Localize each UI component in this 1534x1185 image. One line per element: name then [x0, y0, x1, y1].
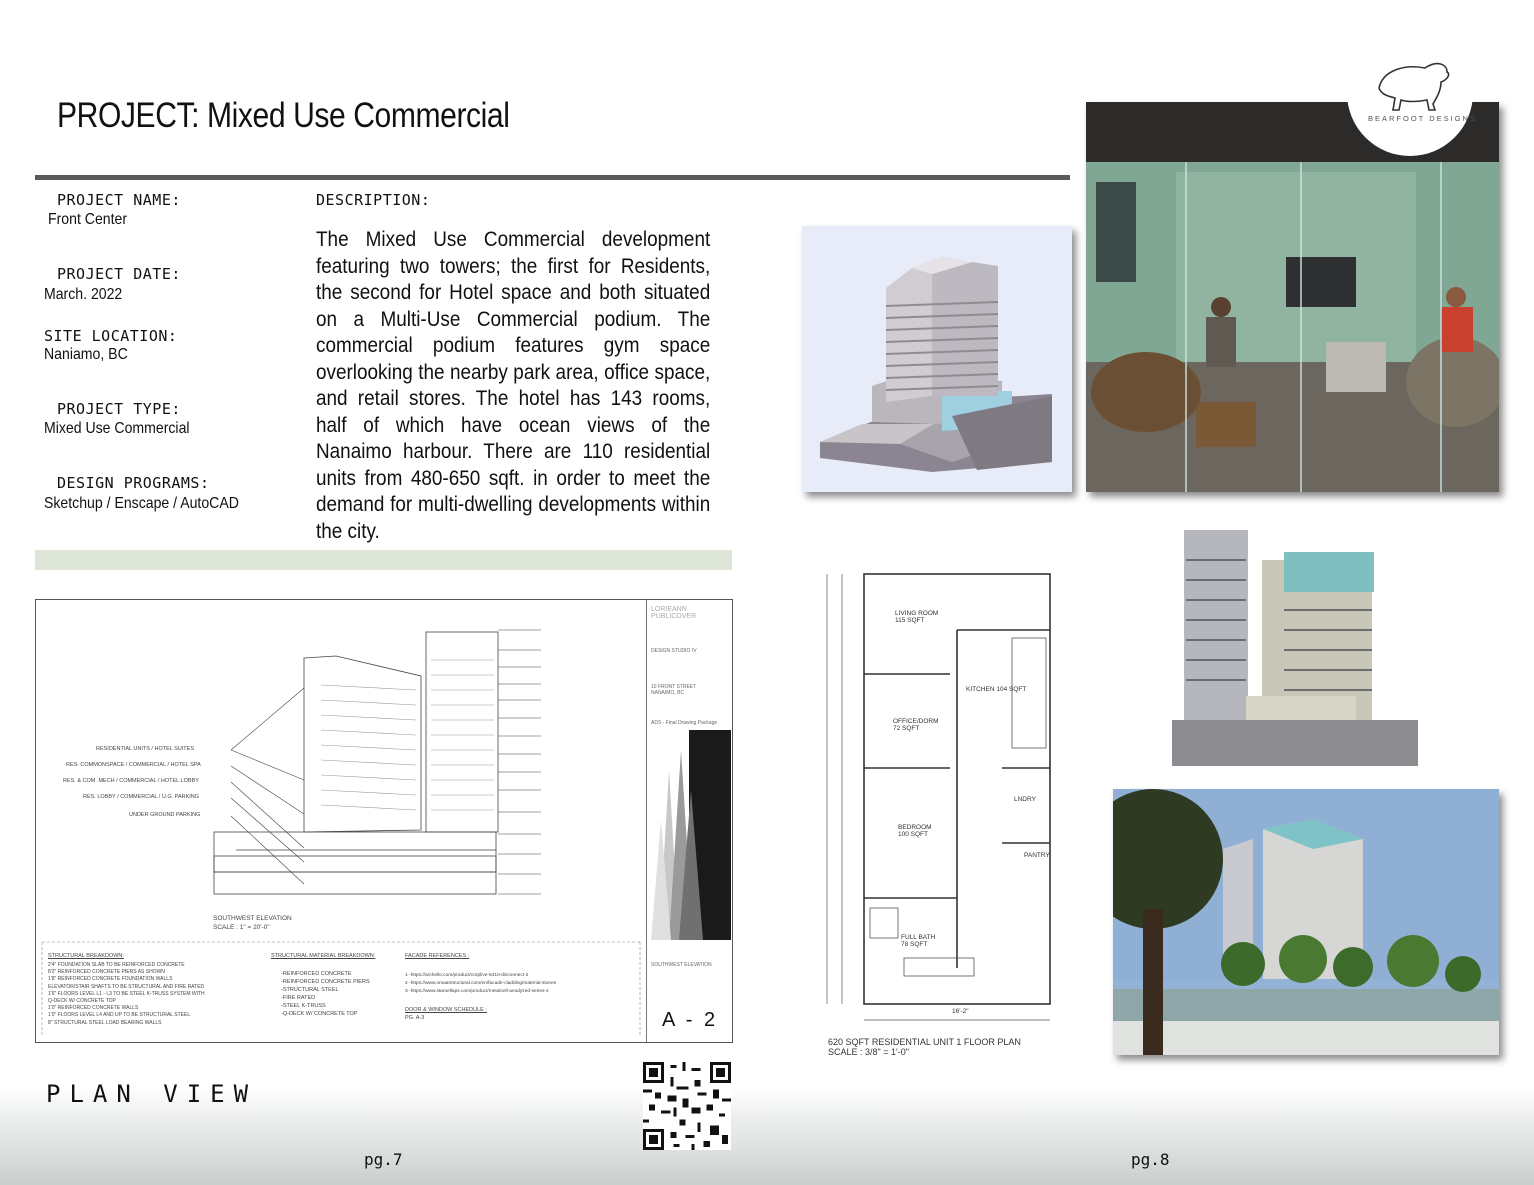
- logo-wordmark: BEARFOOT DESIGNS: [1368, 114, 1477, 123]
- callout-label: RES. LOBBY / COMMERCIAL / U.G. PARKING: [83, 794, 200, 800]
- page-number-left: pg.7: [364, 1150, 403, 1169]
- room-label: LIVING ROOM 115 SQFT: [895, 610, 939, 624]
- elevation-scale: SCALE : 1" = 20'-0": [213, 924, 270, 931]
- design-programs-value: Sketchup / Enscape / AutoCAD: [44, 495, 239, 512]
- facade-notes: 1 -https://archello.com/product/corplive…: [405, 973, 557, 994]
- description-text: The Mixed Use Commercial development fea…: [316, 227, 711, 543]
- title-divider: [35, 175, 1070, 180]
- floor-plan-drawing: [826, 573, 1051, 1021]
- elevation-drawing-sheet: RESIDENTIAL UNITS / HOTEL SUITES RES. CO…: [35, 599, 733, 1043]
- project-type-label: PROJECT TYPE:: [57, 400, 181, 418]
- door-notes: PG. A-3: [405, 1015, 425, 1021]
- page-number-right: pg.8: [1131, 1150, 1170, 1169]
- floor-plan-caption: 620 SQFT RESIDENTIAL UNIT 1 FLOOR PLAN S…: [828, 1037, 1021, 1057]
- project-address: 10 FRONT STREET NANAIMO, BC: [651, 684, 697, 696]
- floor-plan-title: 620 SQFT RESIDENTIAL UNIT 1 FLOOR PLAN: [828, 1037, 1021, 1047]
- material-notes: -REINFORCED CONCRETE -REINFORCED CONCRET…: [281, 971, 370, 1017]
- design-programs-label: DESIGN PROGRAMS:: [57, 474, 210, 492]
- designer-name: LORIEANN PUBLICOVER: [651, 606, 697, 620]
- callout-label: RES. & COM. MECH / COMMERCIAL / HOTEL LO…: [63, 778, 199, 784]
- description-label: DESCRIPTION:: [316, 191, 431, 209]
- interior-render-image: [1086, 102, 1499, 492]
- structural-notes: 2'4" FOUNDATION SLAB TO BE REINFORCED CO…: [48, 962, 205, 1026]
- trees-graphic: [651, 730, 731, 940]
- project-date-value: March. 2022: [44, 286, 123, 303]
- floor-plan-scale: SCALE : 3/8" = 1'-0": [828, 1047, 909, 1057]
- project-name-value: Front Center: [48, 211, 128, 228]
- project-type-value: Mixed Use Commercial: [44, 420, 190, 437]
- plan-view-label: PLAN VIEW: [46, 1080, 258, 1108]
- project-date-label: PROJECT DATE:: [57, 265, 181, 283]
- qr-code: [643, 1062, 731, 1150]
- page-title: PROJECT: Mixed Use Commercial: [57, 96, 510, 135]
- massing-model-image: [802, 226, 1072, 492]
- exterior-render-image: [1113, 789, 1499, 1055]
- room-label: KITCHEN 104 SQFT: [966, 686, 1027, 693]
- drawing-name: SOUTHWEST ELEVATION: [651, 962, 712, 968]
- bear-logo-icon: [1378, 62, 1450, 111]
- sheet-number: A - 2: [662, 1009, 719, 1031]
- site-location-value: Naniamo, BC: [44, 346, 128, 363]
- elevation-title: SOUTHWEST ELEVATION: [213, 915, 292, 922]
- logo-badge: [1347, 30, 1473, 156]
- callout-label: RES. COMMONSPACE / COMMERCIAL / HOTEL SP…: [66, 762, 201, 768]
- package-name: ADS - Final Drawing Package: [651, 720, 718, 726]
- material-heading: STRUCTURAL MATERIAL BREAKDOWN:: [271, 953, 376, 959]
- project-course: DESIGN STUDIO IV: [651, 648, 697, 654]
- callout-label: RESIDENTIAL UNITS / HOTEL SUITES: [96, 746, 194, 752]
- room-label: PANTRY: [1024, 852, 1050, 859]
- room-label: OFFICE/DORM 72 SQFT: [893, 718, 939, 732]
- project-name-label: PROJECT NAME:: [57, 191, 181, 209]
- facade-heading: FACADE REFERENCES :: [405, 953, 470, 959]
- site-location-label: SITE LOCATION:: [44, 327, 178, 345]
- room-label: FULL BATH 78 SQFT: [901, 934, 936, 948]
- title-block: LORIEANN PUBLICOVER DESIGN STUDIO IV 10 …: [646, 600, 733, 1042]
- room-label: BEDROOM 100 SQFT: [898, 824, 932, 838]
- overall-dimension: 16'-2": [952, 1008, 969, 1015]
- section-band: [35, 550, 732, 570]
- structural-heading: STRUCTURAL BREAKDOWN:: [48, 953, 124, 959]
- callout-label: UNDER GROUND PARKING: [129, 812, 201, 818]
- exterior-elevation-image: [1172, 530, 1418, 766]
- room-label: LNDRY: [1014, 796, 1036, 803]
- door-heading: DOOR & WINDOW SCHEDULE :: [405, 1007, 487, 1013]
